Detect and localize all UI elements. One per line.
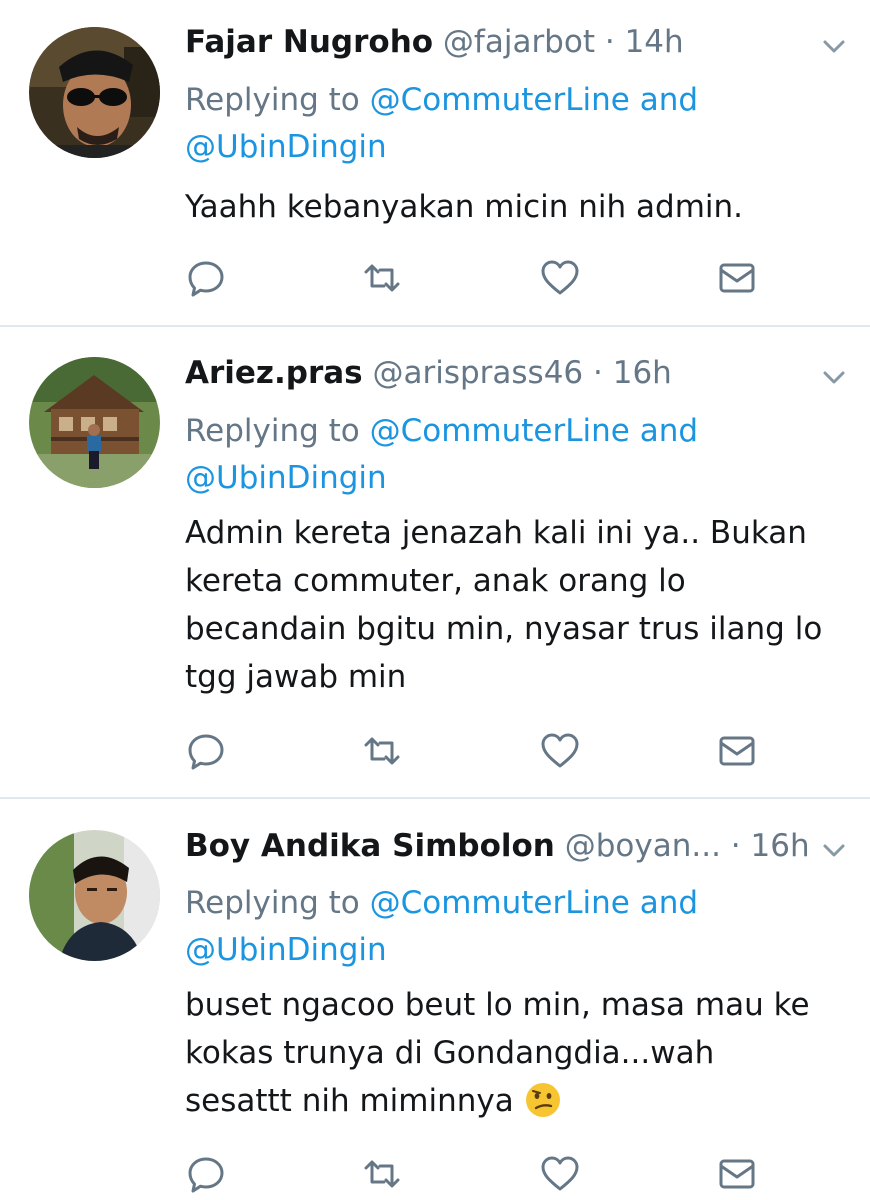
tweet[interactable]: Fajar Nugroho @fajarbot · 14h Replying t… bbox=[0, 0, 870, 326]
separator-dot: · bbox=[720, 828, 751, 864]
tweet[interactable]: Boy Andika Simbolon @boyan... · 16h Repl… bbox=[0, 799, 870, 1200]
tweet-text-line: tgg jawab min bbox=[185, 659, 407, 695]
tweet-text-line: sesattt nih miminnya bbox=[185, 1083, 514, 1119]
replying-label: Replying to bbox=[185, 885, 370, 921]
replying-label: Replying to bbox=[185, 413, 370, 449]
avatar[interactable] bbox=[29, 830, 160, 961]
reply-icon[interactable] bbox=[186, 258, 226, 298]
mention-link[interactable]: @CommuterLine bbox=[370, 413, 630, 449]
avatar[interactable] bbox=[29, 357, 160, 488]
user-handle[interactable]: @arisprass46 bbox=[372, 355, 583, 391]
replying-to: Replying to @CommuterLine and @UbinDingi… bbox=[185, 408, 825, 502]
and-text[interactable]: and bbox=[630, 82, 698, 118]
like-icon[interactable] bbox=[540, 1154, 580, 1194]
timestamp[interactable]: 16h bbox=[751, 828, 810, 864]
display-name[interactable]: Boy Andika Simbolon bbox=[185, 828, 555, 864]
tweet-text-line: Admin kereta jenazah kali ini ya.. Bukan bbox=[185, 515, 807, 551]
mention-link[interactable]: @CommuterLine bbox=[370, 885, 630, 921]
mention-link[interactable]: @UbinDingin bbox=[185, 932, 387, 968]
mention-link[interactable]: @CommuterLine bbox=[370, 82, 630, 118]
separator-dot: · bbox=[595, 24, 625, 60]
tweet-header: Boy Andika Simbolon @boyan... · 16h bbox=[185, 824, 810, 868]
avatar-image bbox=[29, 27, 160, 158]
reply-icon[interactable] bbox=[186, 1154, 226, 1194]
user-handle[interactable]: @boyan... bbox=[565, 828, 721, 864]
tweet-actions bbox=[0, 258, 870, 298]
tweet-header: Fajar Nugroho @fajarbot · 14h bbox=[185, 20, 810, 64]
tweet-text: Yaahh kebanyakan micin nih admin. bbox=[185, 183, 845, 231]
tweet-text-line: becandain bgitu min, nyasar trus ilang l… bbox=[185, 611, 823, 647]
chevron-down-icon[interactable] bbox=[820, 363, 848, 391]
replying-label: Replying to bbox=[185, 82, 370, 118]
tweet-text-line: buset ngacoo beut lo min, masa mau ke bbox=[185, 987, 810, 1023]
message-icon[interactable] bbox=[717, 258, 757, 298]
reply-icon[interactable] bbox=[186, 731, 226, 771]
user-handle[interactable]: @fajarbot bbox=[443, 24, 595, 60]
tweet-header: Ariez.pras @arisprass46 · 16h bbox=[185, 351, 810, 395]
retweet-icon[interactable] bbox=[362, 258, 402, 298]
tweet-text-line: kokas trunya di Gondangdia...wah bbox=[185, 1035, 715, 1071]
display-name[interactable]: Fajar Nugroho bbox=[185, 24, 433, 60]
and-text[interactable]: and bbox=[630, 885, 698, 921]
message-icon[interactable] bbox=[717, 1154, 757, 1194]
timestamp[interactable]: 14h bbox=[625, 24, 684, 60]
tweet-text-line: kereta commuter, anak orang lo bbox=[185, 563, 686, 599]
mention-link[interactable]: @UbinDingin bbox=[185, 129, 387, 165]
tweet-text: Admin kereta jenazah kali ini ya.. Bukan… bbox=[185, 509, 845, 701]
like-icon[interactable] bbox=[540, 258, 580, 298]
and-text[interactable]: and bbox=[630, 413, 698, 449]
replying-to: Replying to @CommuterLine and @UbinDingi… bbox=[185, 77, 825, 171]
like-icon[interactable] bbox=[540, 731, 580, 771]
tweet-text-line-with-emoji: sesattt nih miminnya bbox=[185, 1077, 845, 1125]
timestamp[interactable]: 16h bbox=[613, 355, 672, 391]
display-name[interactable]: Ariez.pras bbox=[185, 355, 363, 391]
tweet-actions bbox=[0, 1154, 870, 1194]
confused-face-emoji-icon bbox=[524, 1081, 562, 1119]
retweet-icon[interactable] bbox=[362, 731, 402, 771]
replying-to: Replying to @CommuterLine and @UbinDingi… bbox=[185, 880, 825, 974]
tweet[interactable]: Ariez.pras @arisprass46 · 16h Replying t… bbox=[0, 327, 870, 798]
retweet-icon[interactable] bbox=[362, 1154, 402, 1194]
tweet-actions bbox=[0, 731, 870, 771]
avatar-image bbox=[29, 830, 160, 961]
tweet-text-line: Yaahh kebanyakan micin nih admin. bbox=[185, 189, 744, 225]
separator-dot: · bbox=[583, 355, 613, 391]
chevron-down-icon[interactable] bbox=[820, 836, 848, 864]
mention-link[interactable]: @UbinDingin bbox=[185, 460, 387, 496]
avatar[interactable] bbox=[29, 27, 160, 158]
avatar-image bbox=[29, 357, 160, 488]
chevron-down-icon[interactable] bbox=[820, 32, 848, 60]
tweet-text: buset ngacoo beut lo min, masa mau ke ko… bbox=[185, 981, 845, 1125]
message-icon[interactable] bbox=[717, 731, 757, 771]
